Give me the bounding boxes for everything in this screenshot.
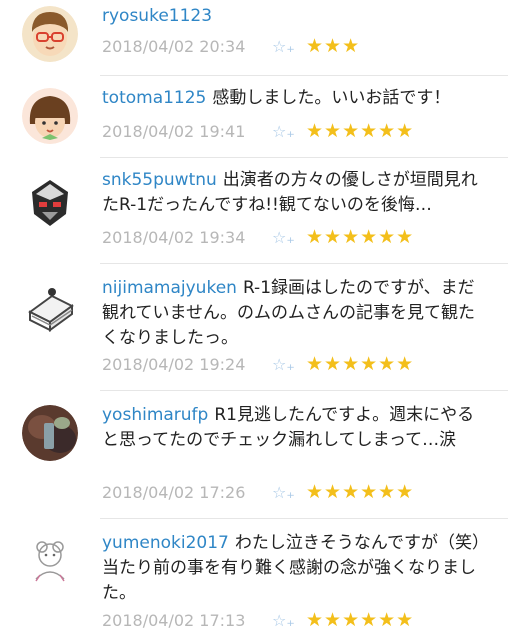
star-rating: ★★★★★★ xyxy=(306,226,415,248)
add-star-icon[interactable]: ☆₊ xyxy=(272,483,306,502)
comment-list: ryosuke1123 2018/04/02 20:34 ☆₊ ★★★ toto… xyxy=(0,0,508,640)
timestamp: 2018/04/02 19:24 xyxy=(102,354,246,374)
add-star-icon[interactable]: ☆₊ xyxy=(272,228,306,247)
avatar-cake-icon xyxy=(22,280,78,336)
star-rating: ★★★★★★ xyxy=(306,481,415,503)
username[interactable]: yumenoki2017 xyxy=(102,533,229,553)
list-item: totoma1125 感動しました。いいお話です！ 2018/04/02 19:4… xyxy=(0,76,508,158)
username[interactable]: totoma1125 xyxy=(102,88,206,108)
star-rating: ★★★★★★ xyxy=(306,609,415,631)
username[interactable]: nijimamajyuken xyxy=(102,278,237,298)
avatar[interactable] xyxy=(22,6,78,62)
list-item: yoshimarufp R1見逃したんですよ。週末にやると思ってたのでチェック漏れ… xyxy=(0,391,508,519)
avatar-boy-glasses-icon xyxy=(22,6,78,62)
add-star-icon[interactable]: ☆₊ xyxy=(272,122,306,141)
username[interactable]: snk55puwtnu xyxy=(102,170,217,190)
timestamp: 2018/04/02 17:26 xyxy=(102,482,246,502)
avatar-photo-icon xyxy=(22,405,78,461)
list-item: ryosuke1123 2018/04/02 20:34 ☆₊ ★★★ xyxy=(0,0,508,76)
list-item: nijimamajyuken R-1録画はしたのですが、まだ観れていません。のムの… xyxy=(0,264,508,391)
add-star-icon[interactable]: ☆₊ xyxy=(272,355,306,374)
avatar[interactable] xyxy=(22,88,78,144)
avatar-girl-bob-icon xyxy=(22,88,78,144)
star-rating: ★★★★★★ xyxy=(306,353,415,375)
star-rating: ★★★ xyxy=(306,35,361,57)
avatar-sketch-icon xyxy=(22,533,78,589)
timestamp: 2018/04/02 17:13 xyxy=(102,610,246,630)
avatar[interactable] xyxy=(22,280,78,336)
avatar-robot-icon xyxy=(22,174,78,230)
add-star-icon[interactable]: ☆₊ xyxy=(272,37,306,56)
username[interactable]: yoshimarufp xyxy=(102,405,208,425)
username[interactable]: ryosuke1123 xyxy=(102,6,212,26)
add-star-icon[interactable]: ☆₊ xyxy=(272,611,306,630)
timestamp: 2018/04/02 19:41 xyxy=(102,121,246,141)
star-rating: ★★★★★★ xyxy=(306,120,415,142)
timestamp: 2018/04/02 20:34 xyxy=(102,36,246,56)
avatar[interactable] xyxy=(22,533,78,589)
list-item: snk55puwtnu 出演者の方々の優しさが垣間見れたR-1だったんですね!!観… xyxy=(0,158,508,264)
timestamp: 2018/04/02 19:34 xyxy=(102,227,246,247)
comment-text: 感動しました。いいお話です！ xyxy=(212,88,451,108)
avatar[interactable] xyxy=(22,174,78,230)
list-item: yumenoki2017 わたし泣きそうなんですが（笑）当たり前の事を有り難く感謝… xyxy=(0,519,508,640)
avatar[interactable] xyxy=(22,405,78,461)
